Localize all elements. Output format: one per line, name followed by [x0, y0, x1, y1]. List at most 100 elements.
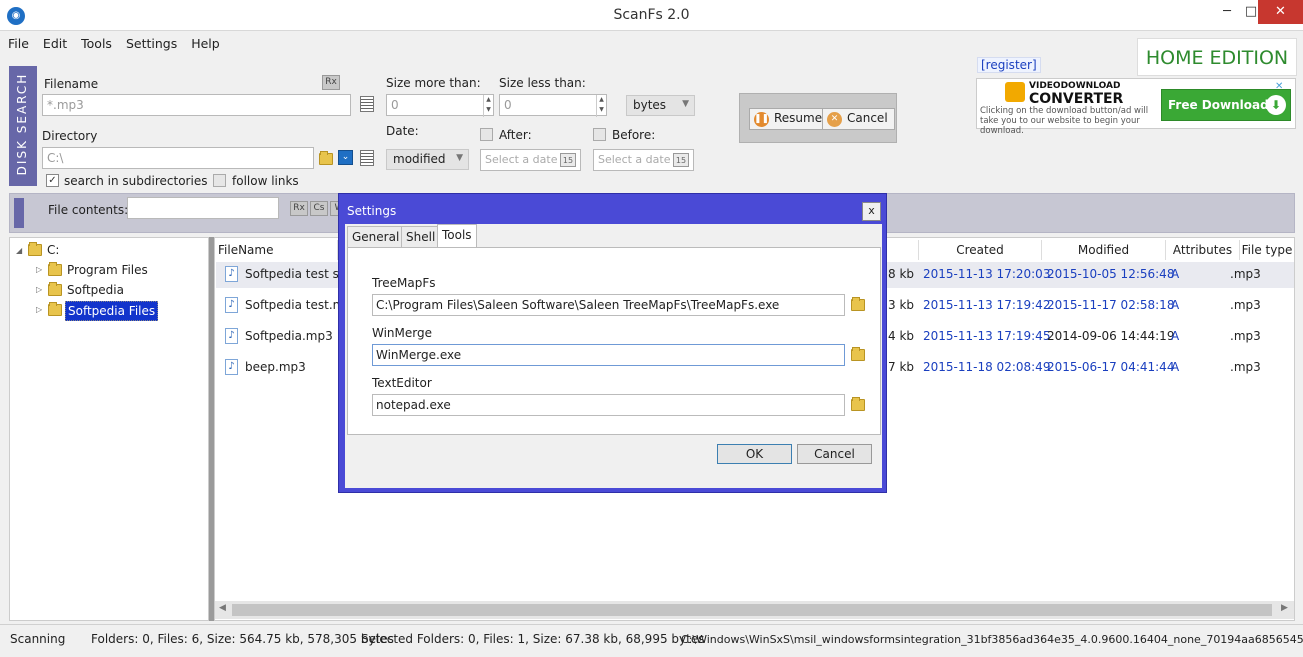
directory-dropdown-icon[interactable]: ⌄: [338, 150, 353, 165]
menu-settings[interactable]: Settings: [118, 32, 183, 51]
tools-tab-page: TreeMapFs C:\Program Files\Saleen Softwa…: [347, 247, 881, 435]
after-label: After:: [499, 128, 532, 142]
settings-dialog-body: General Shell Tools TreeMapFs C:\Program…: [345, 224, 882, 488]
collapse-arrow-icon[interactable]: ◢: [16, 242, 22, 260]
free-download-button[interactable]: Free Download ⬇: [1161, 89, 1291, 121]
column-file-type[interactable]: File type: [1240, 240, 1294, 260]
size-less-input[interactable]: 0 ▲ ▼: [499, 94, 607, 117]
status-state: Scanning: [10, 632, 66, 646]
audio-file-icon: ♪: [225, 297, 238, 313]
ad-close-icon[interactable]: ✕: [1275, 81, 1283, 92]
status-path: C:\Windows\WinSxS\msil_windowsformsinteg…: [681, 633, 1303, 646]
tab-tools[interactable]: Tools: [437, 224, 477, 248]
contents-side-marker: [14, 198, 24, 228]
audio-file-icon: ♪: [225, 266, 238, 282]
cancel-button[interactable]: Cancel: [797, 444, 872, 464]
ad-brand: CONVERTER: [1029, 91, 1124, 107]
menu-edit[interactable]: Edit: [35, 32, 73, 51]
disk-search-side-label: DISK SEARCH: [9, 66, 37, 186]
texteditor-path-input[interactable]: notepad.exe: [372, 394, 845, 416]
close-button[interactable]: ✕: [1258, 0, 1303, 24]
filename-regex-button[interactable]: Rx: [322, 75, 340, 90]
size-more-spinner[interactable]: ▲ ▼: [483, 95, 493, 117]
size-more-input[interactable]: 0 ▲ ▼: [386, 94, 494, 117]
search-subdirs-label: search in subdirectories: [64, 174, 208, 188]
scan-actions: ❚❚ Resume ✕ Cancel: [739, 93, 897, 143]
treemapfs-path-input[interactable]: C:\Program Files\Saleen Software\Saleen …: [372, 294, 845, 316]
download-arrow-icon: [1005, 82, 1025, 102]
directory-browse-icon[interactable]: [319, 151, 333, 165]
status-totals: Folders: 0, Files: 6, Size: 564.75 kb, 5…: [91, 632, 394, 646]
file-contents-input[interactable]: [127, 197, 279, 219]
title-bar: ◉ ScanFs 2.0 ─ □ ✕: [0, 0, 1303, 31]
register-link[interactable]: [register]: [977, 57, 1041, 73]
home-edition-badge: HOME EDITION: [1137, 38, 1297, 76]
tree-item-c[interactable]: ◢ C:: [16, 241, 206, 259]
tree-item-softpedia-files[interactable]: ▷ Softpedia Files: [36, 301, 206, 321]
size-unit-select[interactable]: bytes ▼: [626, 95, 695, 116]
directory-list-icon[interactable]: [360, 150, 374, 166]
directory-label: Directory: [42, 129, 98, 143]
size-more-label: Size more than:: [386, 76, 481, 90]
ad-text: Clicking on the download button/ad will …: [980, 106, 1149, 136]
window-title: ScanFs 2.0: [613, 7, 690, 23]
after-checkbox[interactable]: [480, 128, 493, 141]
follow-links-checkbox[interactable]: [213, 174, 226, 187]
ad-banner[interactable]: VIDEODOWNLOAD CONVERTER Clicking on the …: [976, 78, 1296, 136]
scrollbar-thumb[interactable]: [232, 604, 1272, 616]
calendar-icon[interactable]: 15: [673, 153, 689, 167]
winmerge-label: WinMerge: [372, 326, 432, 340]
after-date-field[interactable]: Select a date 15: [480, 149, 581, 171]
follow-links-label: follow links: [232, 174, 299, 188]
menu-help[interactable]: Help: [183, 32, 226, 51]
scroll-right-icon[interactable]: ▶: [1281, 603, 1288, 613]
status-selected: Selected Folders: 0, Files: 1, Size: 67.…: [361, 632, 705, 646]
search-subdirs-checkbox[interactable]: ✓: [46, 174, 59, 187]
menu-file[interactable]: File: [0, 32, 35, 51]
calendar-icon[interactable]: 15: [560, 153, 576, 167]
menu-tools[interactable]: Tools: [73, 32, 118, 51]
column-filename[interactable]: FileName: [218, 240, 338, 260]
pause-icon: ❚❚: [754, 112, 769, 127]
settings-close-button[interactable]: x: [862, 202, 881, 221]
texteditor-browse-icon[interactable]: [851, 397, 865, 411]
chevron-down-icon: ▼: [456, 153, 463, 163]
cancel-scan-button[interactable]: ✕ Cancel: [822, 108, 895, 130]
tab-general[interactable]: General: [347, 226, 405, 248]
expand-arrow-icon[interactable]: ▷: [36, 281, 42, 299]
expand-arrow-icon[interactable]: ▷: [36, 301, 42, 319]
contents-case-button[interactable]: Cs: [310, 201, 328, 216]
horizontal-scrollbar[interactable]: ◀ ▶: [215, 601, 1294, 619]
scroll-left-icon[interactable]: ◀: [219, 603, 226, 613]
tab-shell[interactable]: Shell: [401, 226, 441, 248]
resume-button[interactable]: ❚❚ Resume: [749, 108, 830, 130]
filename-list-icon[interactable]: [360, 96, 374, 112]
winmerge-browse-icon[interactable]: [851, 347, 865, 361]
tree-item-program-files[interactable]: ▷ Program Files: [36, 261, 206, 279]
treemapfs-browse-icon[interactable]: [851, 297, 865, 311]
tree-item-softpedia[interactable]: ▷ Softpedia: [36, 281, 206, 299]
date-mode-select[interactable]: modified ▼: [386, 149, 469, 170]
treemapfs-label: TreeMapFs: [372, 276, 436, 290]
cancel-icon: ✕: [827, 112, 842, 127]
settings-dialog: Settings x General Shell Tools TreeMapFs…: [338, 193, 887, 493]
texteditor-label: TextEditor: [372, 376, 432, 390]
ok-button[interactable]: OK: [717, 444, 792, 464]
directory-input[interactable]: C:\: [42, 147, 314, 169]
column-attributes[interactable]: Attributes: [1166, 240, 1240, 260]
expand-arrow-icon[interactable]: ▷: [36, 261, 42, 279]
chevron-down-icon: ▼: [682, 99, 689, 109]
folder-icon: [28, 242, 42, 256]
before-date-field[interactable]: Select a date 15: [593, 149, 694, 171]
contents-regex-button[interactable]: Rx: [290, 201, 308, 216]
folder-tree[interactable]: ◢ C: ▷ Program Files ▷ Softpedia ▷ Softp…: [9, 237, 209, 621]
size-less-label: Size less than:: [499, 76, 586, 90]
settings-dialog-title: Settings: [347, 204, 397, 218]
column-created[interactable]: Created: [918, 240, 1042, 260]
column-modified[interactable]: Modified: [1042, 240, 1166, 260]
file-contents-label: File contents:: [48, 203, 129, 217]
winmerge-path-input[interactable]: WinMerge.exe: [372, 344, 845, 366]
filename-input[interactable]: *.mp3: [42, 94, 351, 116]
before-checkbox[interactable]: [593, 128, 606, 141]
size-less-spinner[interactable]: ▲ ▼: [596, 95, 606, 117]
